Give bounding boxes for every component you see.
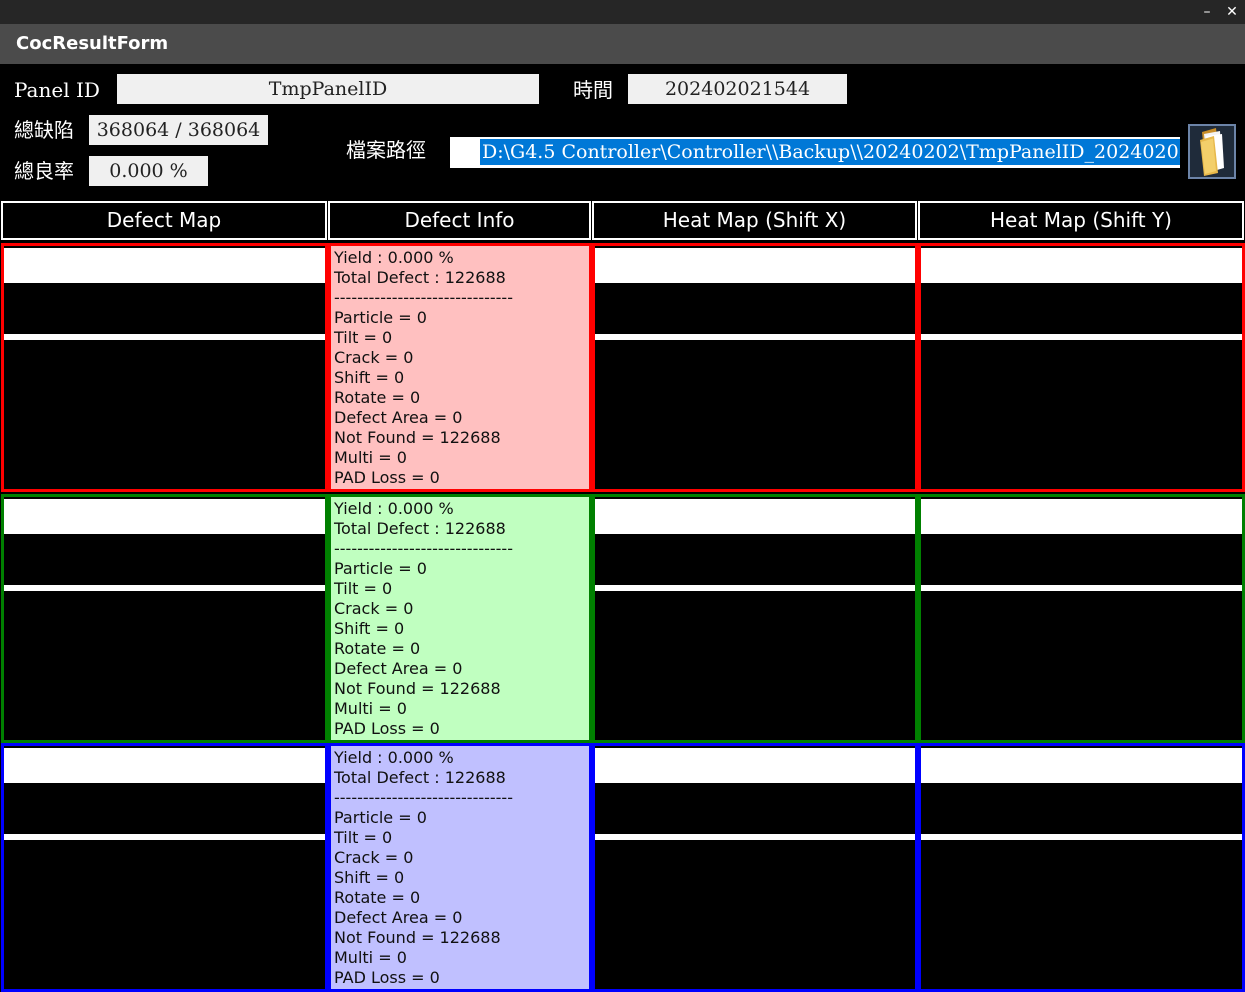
time-label: 時間 [573, 78, 613, 102]
time-field[interactable]: 202402021544 [628, 74, 847, 104]
defect-info-line: Not Found = 122688 [334, 679, 501, 698]
defect-info-line: Total Defect : 122688 [334, 768, 506, 787]
map-band [921, 834, 1242, 840]
defect-info-line: Shift = 0 [334, 368, 405, 387]
window-titlebar: – ✕ [0, 0, 1245, 24]
defect-info-line: Multi = 0 [334, 448, 407, 467]
map-band [595, 248, 915, 283]
panel-id-label: Panel ID [14, 78, 100, 102]
map-band [595, 834, 915, 840]
map-band [4, 248, 325, 283]
defect-info-line: Not Found = 122688 [334, 428, 501, 447]
total-yield-label: 總良率 [14, 159, 74, 183]
defect-info-line: Shift = 0 [334, 619, 405, 638]
defect-map-panel-3[interactable] [1, 743, 328, 992]
defect-info-line: Crack = 0 [334, 348, 414, 367]
defect-info-line: Total Defect : 122688 [334, 268, 506, 287]
defect-info-line: Multi = 0 [334, 948, 407, 967]
defect-info-line: Tilt = 0 [334, 828, 393, 847]
map-band [921, 499, 1242, 534]
map-band [4, 834, 325, 840]
defect-map-panel-2[interactable] [1, 494, 328, 743]
heat-map-shift-y-panel-3[interactable] [918, 743, 1245, 992]
defect-info-line: Tilt = 0 [334, 579, 393, 598]
window-title: CocResultForm [16, 33, 169, 54]
defect-info-line: Crack = 0 [334, 599, 414, 618]
map-band [921, 334, 1242, 340]
file-path-field[interactable]: D:\G4.5 Controller\Controller\\Backup\\2… [450, 137, 1180, 168]
minimize-button[interactable]: – [1194, 0, 1220, 24]
map-band [4, 585, 325, 591]
defect-info-line: Particle = 0 [334, 808, 427, 827]
defect-info-line: Yield : 0.000 % [334, 748, 454, 767]
heat-map-shift-x-panel-2[interactable] [592, 494, 918, 743]
close-button[interactable]: ✕ [1219, 0, 1245, 24]
heat-map-shift-y-panel-2[interactable] [918, 494, 1245, 743]
defect-info-line: PAD Loss = 0 [334, 968, 440, 987]
browse-folder-button[interactable] [1188, 124, 1236, 179]
map-band [595, 585, 915, 591]
defect-info-line: Total Defect : 122688 [334, 519, 506, 538]
defect-info-line: Rotate = 0 [334, 639, 421, 658]
map-band [595, 334, 915, 340]
defect-info-line: Yield : 0.000 % [334, 499, 454, 518]
header-heat-map-shift-x: Heat Map (Shift X) [592, 201, 917, 240]
panel-id-field[interactable]: TmpPanelID [117, 74, 539, 104]
map-band [4, 499, 325, 534]
total-defect-label: 總缺陷 [14, 118, 74, 142]
defect-info-line: Rotate = 0 [334, 888, 421, 907]
defect-info-line: Yield : 0.000 % [334, 248, 454, 267]
defect-info-line: Crack = 0 [334, 848, 414, 867]
heat-map-shift-y-panel-1[interactable] [918, 243, 1245, 492]
defect-info-line: Defect Area = 0 [334, 908, 463, 927]
defect-info-line: ------------------------------- [334, 788, 513, 807]
folder-icon [1200, 128, 1224, 176]
total-defect-field[interactable]: 368064 / 368064 [89, 115, 268, 145]
defect-info-panel-1: Yield : 0.000 % Total Defect : 122688 ----… [328, 243, 592, 492]
map-band [595, 499, 915, 534]
defect-info-line: Shift = 0 [334, 868, 405, 887]
defect-info-line: Tilt = 0 [334, 328, 393, 347]
file-path-label: 檔案路徑 [346, 138, 426, 162]
defect-info-line: Defect Area = 0 [334, 408, 463, 427]
file-path-text: D:\G4.5 Controller\Controller\\Backup\\2… [480, 139, 1180, 165]
header-defect-info: Defect Info [328, 201, 591, 240]
map-band [921, 248, 1242, 283]
defect-info-line: PAD Loss = 0 [334, 719, 440, 738]
defect-info-panel-3: Yield : 0.000 % Total Defect : 122688 ----… [328, 743, 592, 992]
defect-info-line: ------------------------------- [334, 288, 513, 307]
defect-info-line: Not Found = 122688 [334, 928, 501, 947]
defect-info-line: PAD Loss = 0 [334, 468, 440, 487]
total-yield-field[interactable]: 0.000 % [89, 156, 208, 186]
defect-info-line: Multi = 0 [334, 699, 407, 718]
map-band [595, 748, 915, 783]
defect-map-panel-1[interactable] [1, 243, 328, 492]
heat-map-shift-x-panel-3[interactable] [592, 743, 918, 992]
map-band [4, 748, 325, 783]
defect-info-line: Particle = 0 [334, 559, 427, 578]
defect-info-panel-2: Yield : 0.000 % Total Defect : 122688 ----… [328, 494, 592, 743]
defect-info-line: Defect Area = 0 [334, 659, 463, 678]
map-band [921, 585, 1242, 591]
defect-info-line: Rotate = 0 [334, 388, 421, 407]
map-band [4, 334, 325, 340]
defect-info-line: ------------------------------- [334, 539, 513, 558]
defect-info-line: Particle = 0 [334, 308, 427, 327]
header-heat-map-shift-y: Heat Map (Shift Y) [918, 201, 1244, 240]
heat-map-shift-x-panel-1[interactable] [592, 243, 918, 492]
header-defect-map: Defect Map [1, 201, 327, 240]
form-header: CocResultForm [0, 24, 1245, 64]
map-band [921, 748, 1242, 783]
